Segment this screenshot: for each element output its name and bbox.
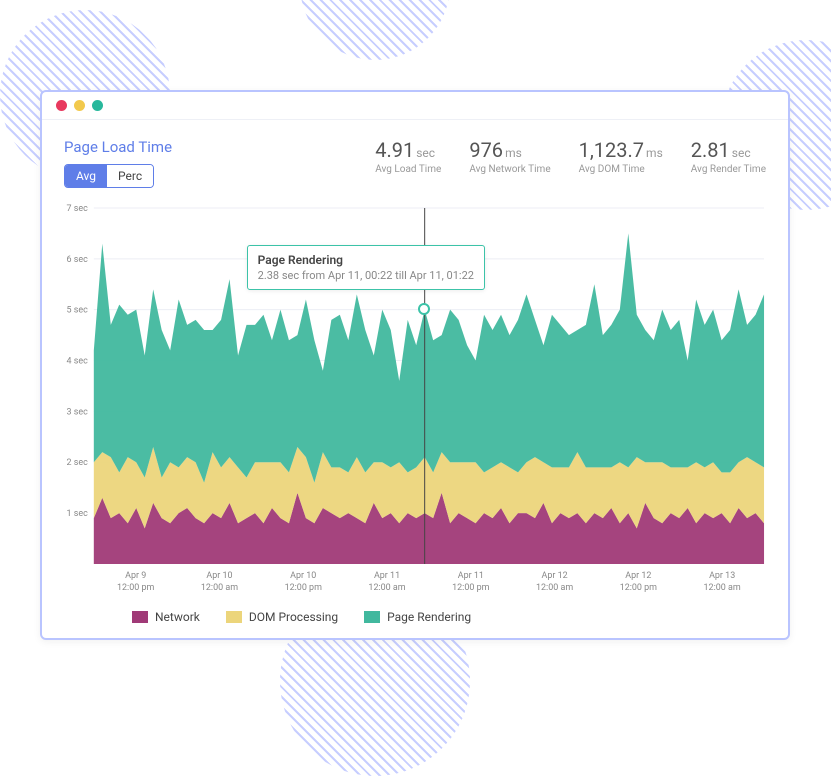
svg-text:Apr 10: Apr 10	[206, 571, 232, 581]
svg-text:12:00 am: 12:00 am	[536, 583, 573, 593]
svg-text:Apr 11: Apr 11	[374, 571, 400, 581]
legend-swatch	[364, 611, 380, 623]
svg-text:12:00 am: 12:00 am	[201, 583, 238, 593]
svg-text:2 sec: 2 sec	[67, 458, 89, 468]
svg-text:5 sec: 5 sec	[67, 306, 89, 316]
svg-text:4 sec: 4 sec	[67, 357, 89, 367]
svg-text:12:00 am: 12:00 am	[704, 583, 741, 593]
toggle-perc[interactable]: Perc	[107, 165, 153, 187]
svg-text:Apr 13: Apr 13	[709, 571, 735, 581]
svg-text:12:00 am: 12:00 am	[368, 583, 405, 593]
stats-row: 4.91sec Avg Load Time 976ms Avg Network …	[375, 138, 766, 188]
svg-text:1 sec: 1 sec	[67, 509, 89, 519]
legend-swatch	[132, 611, 148, 623]
maximize-icon[interactable]	[92, 100, 103, 111]
legend-label: Network	[155, 610, 200, 624]
svg-text:3 sec: 3 sec	[67, 408, 89, 418]
legend-item-render[interactable]: Page Rendering	[364, 610, 471, 624]
svg-text:12:00 pm: 12:00 pm	[620, 583, 657, 593]
app-window: Page Load Time Avg Perc 4.91sec Avg Load…	[40, 90, 790, 640]
legend-item-dom[interactable]: DOM Processing	[226, 610, 338, 624]
svg-text:12:00 pm: 12:00 pm	[452, 583, 489, 593]
legend-swatch	[226, 611, 242, 623]
page-title: Page Load Time	[64, 138, 204, 156]
svg-text:Apr 9: Apr 9	[125, 571, 146, 581]
svg-text:Apr 12: Apr 12	[542, 571, 568, 581]
svg-text:Apr 12: Apr 12	[625, 571, 651, 581]
titlebar	[42, 92, 788, 120]
svg-text:12:00 pm: 12:00 pm	[285, 583, 322, 593]
stat-render-time: 2.81sec Avg Render Time	[691, 138, 766, 188]
svg-text:Apr 11: Apr 11	[458, 571, 484, 581]
close-icon[interactable]	[56, 100, 67, 111]
decoration-circle	[300, 0, 450, 60]
chart-area[interactable]: 1 sec 2 sec 3 sec 4 sec 5 sec 6 sec 7 sec Apr 9…	[60, 202, 770, 600]
legend-label: Page Rendering	[387, 610, 471, 624]
legend: Network DOM Processing Page Rendering	[42, 604, 788, 638]
stat-network-time: 976ms Avg Network Time	[469, 138, 550, 188]
svg-text:Apr 10: Apr 10	[290, 571, 316, 581]
svg-text:6 sec: 6 sec	[67, 255, 89, 265]
metric-toggle: Avg Perc	[64, 164, 154, 188]
svg-text:12:00 pm: 12:00 pm	[117, 583, 154, 593]
legend-label: DOM Processing	[249, 610, 338, 624]
svg-text:7 sec: 7 sec	[67, 204, 89, 214]
toggle-avg[interactable]: Avg	[65, 165, 107, 187]
stat-load-time: 4.91sec Avg Load Time	[375, 138, 441, 188]
legend-item-network[interactable]: Network	[132, 610, 200, 624]
minimize-icon[interactable]	[74, 100, 85, 111]
area-chart[interactable]: 1 sec 2 sec 3 sec 4 sec 5 sec 6 sec 7 sec Apr 9…	[60, 202, 770, 600]
header: Page Load Time Avg Perc 4.91sec Avg Load…	[42, 120, 788, 188]
stat-dom-time: 1,123.7ms Avg DOM Time	[579, 138, 663, 188]
